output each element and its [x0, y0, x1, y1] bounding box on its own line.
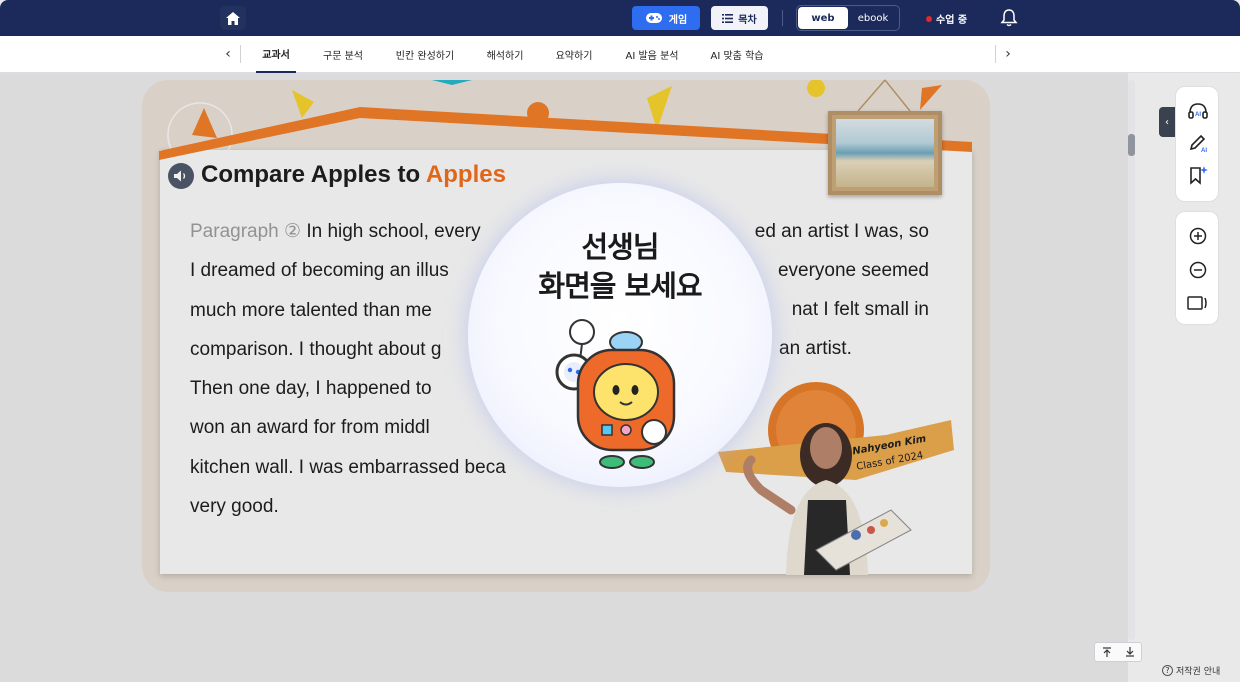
mode-option-ebook[interactable]: ebook — [848, 7, 898, 29]
teacher-notice-text: 선생님 화면을 보세요 — [468, 228, 772, 306]
fit-screen-icon — [1187, 296, 1207, 310]
teacher-notice-line1: 선생님 — [581, 230, 659, 264]
game-label: 게임 — [668, 14, 688, 26]
zoom-out-icon — [1189, 261, 1207, 279]
tab-textbook[interactable]: 교과서 — [256, 36, 296, 73]
tab-fill-blanks[interactable]: 빈칸 완성하기 — [390, 36, 460, 73]
ai-bookmark-button[interactable] — [1186, 163, 1210, 187]
home-button[interactable] — [220, 6, 246, 30]
mode-toggle[interactable]: web ebook — [796, 5, 900, 31]
tab-next-button[interactable]: › — [1000, 44, 1016, 64]
ai-bookmark-icon — [1190, 166, 1208, 185]
panel-collapse-button[interactable]: ‹ — [1159, 107, 1175, 137]
mascot-icon — [555, 319, 676, 469]
live-status: 수업 중 — [926, 11, 967, 26]
question-icon: ? — [1162, 665, 1173, 676]
scroll-top-button[interactable] — [1095, 643, 1118, 661]
game-button[interactable]: 게임 — [632, 6, 700, 30]
copyright-label: 저작권 안내 — [1176, 667, 1221, 677]
bell-icon[interactable] — [1000, 8, 1018, 28]
ai-pen-icon: AI — [1189, 134, 1207, 153]
copyright-link[interactable]: ? 저작권 안내 — [1162, 664, 1220, 677]
tab-prev-button[interactable]: ‹ — [220, 44, 236, 64]
zoom-in-icon — [1189, 227, 1207, 245]
zoom-tools-group — [1175, 211, 1219, 325]
home-icon — [226, 11, 240, 25]
tab-syntax-analysis[interactable]: 구문 분석 — [318, 36, 368, 73]
live-dot-icon — [926, 15, 932, 22]
teacher-notice-line2: 화면을 보세요 — [538, 269, 702, 303]
vertical-scrollbar[interactable] — [1128, 80, 1135, 640]
live-label: 수업 중 — [936, 15, 968, 26]
scroll-bottom-icon — [1125, 647, 1134, 657]
tab-separator — [995, 45, 996, 63]
list-icon — [722, 13, 734, 23]
ai-headset-button[interactable]: AI — [1186, 99, 1210, 123]
zoom-in-button[interactable] — [1186, 224, 1210, 248]
scroll-buttons — [1094, 642, 1142, 662]
mode-option-web[interactable]: web — [798, 7, 848, 29]
tab-ai-pronunciation[interactable]: AI 발음 분석 — [621, 36, 683, 73]
zoom-out-button[interactable] — [1186, 258, 1210, 282]
divider — [782, 10, 783, 26]
ai-pen-button[interactable]: AI — [1186, 131, 1210, 155]
tab-summarize[interactable]: 요약하기 — [551, 36, 597, 73]
top-bar: 게임 목차 web ebook 수업 중 — [0, 0, 1240, 36]
svg-text:AI: AI — [1201, 148, 1207, 153]
toc-button[interactable]: 목차 — [711, 6, 768, 30]
tab-ai-custom-learning[interactable]: AI 맞춤 학습 — [706, 36, 768, 73]
tab-bar: ‹ 교과서 구문 분석 빈칸 완성하기 해석하기 요약하기 AI 발음 분석 A… — [0, 36, 1240, 73]
ai-tools-group: AI AI — [1175, 86, 1219, 202]
fit-screen-button[interactable] — [1186, 291, 1210, 315]
tab-separator — [240, 45, 241, 63]
tab-interpret[interactable]: 해석하기 — [482, 36, 528, 73]
ai-headset-icon: AI — [1188, 103, 1208, 119]
scrollbar-thumb[interactable] — [1128, 134, 1135, 156]
scroll-top-icon — [1102, 647, 1111, 657]
gamepad-icon — [645, 13, 662, 23]
toc-label: 목차 — [738, 14, 757, 26]
scroll-bottom-button[interactable] — [1118, 643, 1141, 661]
svg-text:AI: AI — [1195, 112, 1201, 118]
